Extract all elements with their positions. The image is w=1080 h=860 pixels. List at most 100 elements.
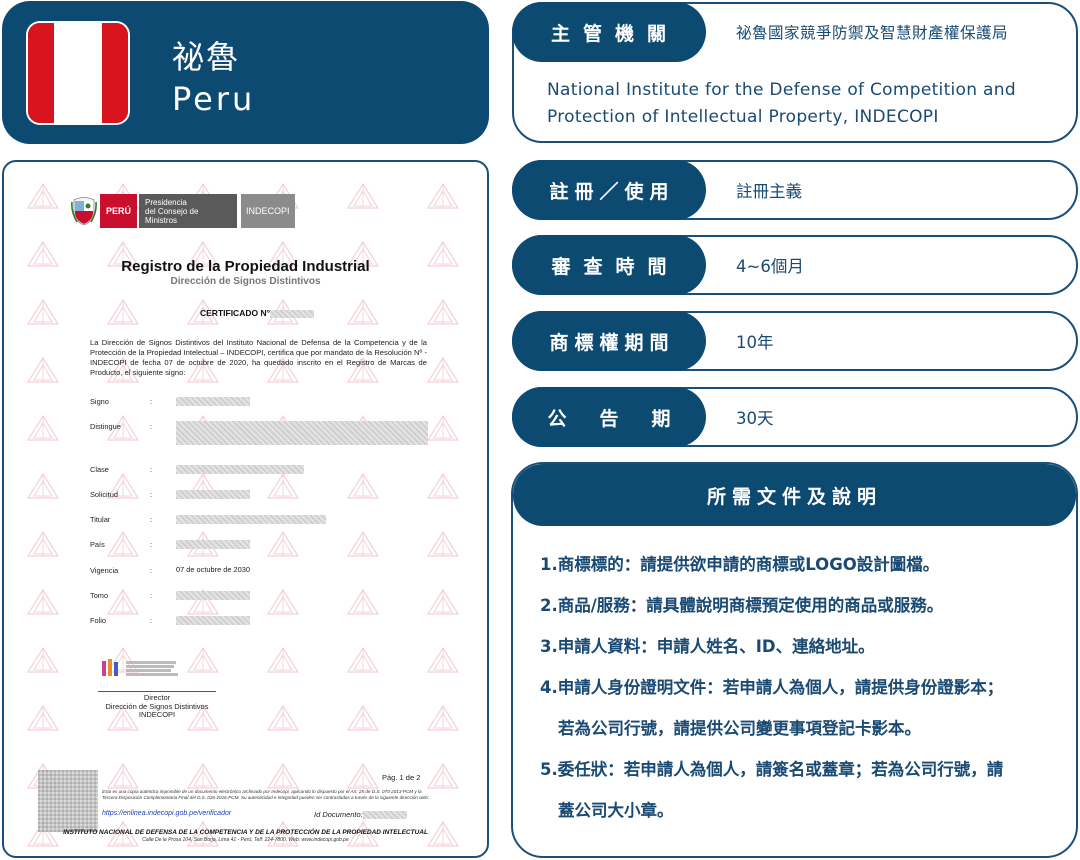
watermark-icon — [106, 298, 140, 325]
verification-link[interactable]: https://enlinea.indecopi.gob.pe/verifica… — [102, 810, 231, 817]
field-label: Titular — [90, 515, 111, 524]
signature-line — [98, 691, 216, 692]
document-item-2: 2.商品/服務：請具體說明商標預定使用的商品或服務。 — [540, 596, 944, 615]
field-label: Folio — [90, 616, 107, 625]
country-name-en: Peru — [172, 80, 256, 118]
authority-label: 主管機關 — [512, 2, 706, 62]
redacted-field-value — [176, 539, 250, 549]
watermark-icon — [346, 762, 380, 789]
watermark-icon — [346, 472, 380, 499]
field-label: País — [90, 540, 105, 549]
publication-period-label: 公告期 — [512, 387, 706, 447]
watermark-icon — [26, 182, 60, 209]
watermark-icon — [26, 298, 60, 325]
watermark-icon — [266, 704, 300, 731]
certificate-subtitle: Dirección de Signos Distintivos — [170, 276, 321, 287]
digital-signature — [100, 656, 214, 680]
watermark-icon — [346, 588, 380, 615]
field-label: Signo — [90, 397, 109, 406]
certificate-field-distingue: Distingue: — [90, 422, 175, 431]
watermark-icon — [346, 298, 380, 325]
watermark-icon — [346, 530, 380, 557]
field-value: 07 de octubre de 2030 — [176, 565, 250, 574]
field-colon: : — [150, 490, 153, 499]
redacted-field-value — [176, 489, 250, 499]
watermark-icon — [426, 414, 460, 441]
certificate-field-tomo: Tomo: — [90, 591, 175, 600]
watermark-icon — [426, 298, 460, 325]
director-line3: INDECOPI — [138, 710, 176, 719]
redacted-field-value — [176, 514, 326, 524]
certificate-field-signo: Signo: — [90, 397, 175, 406]
trademark-term-label: 商標權期間 — [512, 311, 706, 371]
registration-row: 註冊／使用 註冊主義 — [512, 160, 1078, 220]
field-label: Clase — [90, 465, 109, 474]
field-colon: : — [150, 465, 153, 474]
watermark-icon — [26, 356, 60, 383]
registration-label: 註冊／使用 — [512, 160, 706, 220]
country-header: 祕魯 Peru — [2, 1, 489, 144]
redacted-field-value — [176, 590, 250, 600]
publication-period-row: 公告期 30天 — [512, 387, 1078, 447]
watermark-icon — [186, 762, 220, 789]
certificate-page: PERÚ Presidencia del Consejo de Ministro… — [4, 162, 487, 856]
government-logo-bar: PERÚ Presidencia del Consejo de Ministro… — [68, 194, 295, 228]
field-colon: : — [150, 515, 153, 524]
field-label: Distingue — [90, 422, 121, 431]
field-colon: : — [150, 566, 153, 575]
field-label: Vigencia — [90, 566, 119, 575]
watermark-icon — [426, 530, 460, 557]
certificate-image: PERÚ Presidencia del Consejo de Ministro… — [2, 160, 489, 858]
watermark-icon — [266, 530, 300, 557]
indecopi-label: INDECOPI — [241, 194, 295, 228]
footer-address: Calle De la Prosa 104, San Borja, Lima 4… — [142, 837, 349, 843]
registration-value: 註冊主義 — [736, 182, 802, 201]
watermark-icon — [26, 588, 60, 615]
watermark-icon — [26, 472, 60, 499]
watermark-icon — [266, 472, 300, 499]
watermark-icon — [426, 646, 460, 673]
presidencia-line1: Presidencia — [145, 197, 187, 207]
watermark-icon — [266, 646, 300, 673]
watermark-icon — [426, 472, 460, 499]
redacted-certificate-number — [269, 309, 314, 318]
watermark-icon — [346, 646, 380, 673]
field-colon: : — [150, 591, 153, 600]
watermark-icon — [26, 414, 60, 441]
certificate-title: Registro de la Propiedad Industrial — [121, 258, 370, 275]
legal-note: Esta es una copia auténtica imprimible d… — [102, 789, 429, 800]
watermark-icon — [26, 646, 60, 673]
redacted-field-value — [176, 421, 428, 445]
examination-time-value: 4~6個月 — [736, 257, 804, 276]
field-label: Solicitud — [90, 490, 118, 499]
watermark-icon — [106, 762, 140, 789]
field-colon: : — [150, 616, 153, 625]
redacted-field-value — [176, 396, 250, 406]
field-colon: : — [150, 422, 153, 431]
signature-details-text — [126, 660, 178, 676]
watermark-icon — [426, 588, 460, 615]
document-item-1: 1.商標標的：請提供欲申請的商標或LOGO設計圖檔。 — [540, 555, 940, 574]
document-item-4: 4.申請人身份證明文件：若申請人為個人，請提供身份證影本； — [540, 678, 1004, 697]
indecopi-signature-logo-icon — [102, 659, 118, 676]
required-documents-list: 1.商標標的：請提供欲申請的商標或LOGO設計圖檔。 2.商品/服務：請具體說明… — [540, 544, 1070, 831]
watermark-icon — [346, 704, 380, 731]
authority-name-zh: 祕魯國家競爭防禦及智慧財產權保護局 — [736, 24, 1009, 42]
redacted-qr-code — [38, 770, 98, 832]
peru-flag-icon — [28, 23, 128, 123]
watermark-icon — [266, 588, 300, 615]
certificate-field-folio: Folio: — [90, 616, 175, 625]
document-id-label: Id Documento: — [314, 810, 363, 819]
field-label: Tomo — [90, 591, 109, 600]
flag-stripe-right — [102, 23, 128, 123]
trademark-term-row: 商標權期間 10年 — [512, 311, 1078, 371]
certificate-field-solicitud: Solicitud: — [90, 490, 175, 499]
watermark-icon — [426, 356, 460, 383]
certificate-number-label: CERTIFICADO N° — [200, 308, 270, 318]
presidencia-label: Presidencia del Consejo de Ministros — [139, 194, 238, 228]
redacted-document-id — [362, 811, 407, 820]
authority-card: 主管機關 祕魯國家競爭防禦及智慧財產權保護局 National Institut… — [512, 2, 1078, 143]
certificate-field-pais: País: — [90, 540, 175, 549]
required-documents-card: 所需文件及說明 1.商標標的：請提供欲申請的商標或LOGO設計圖檔。 2.商品/… — [511, 462, 1078, 858]
document-item-5-continued: 蓋公司大小章。 — [558, 801, 674, 820]
